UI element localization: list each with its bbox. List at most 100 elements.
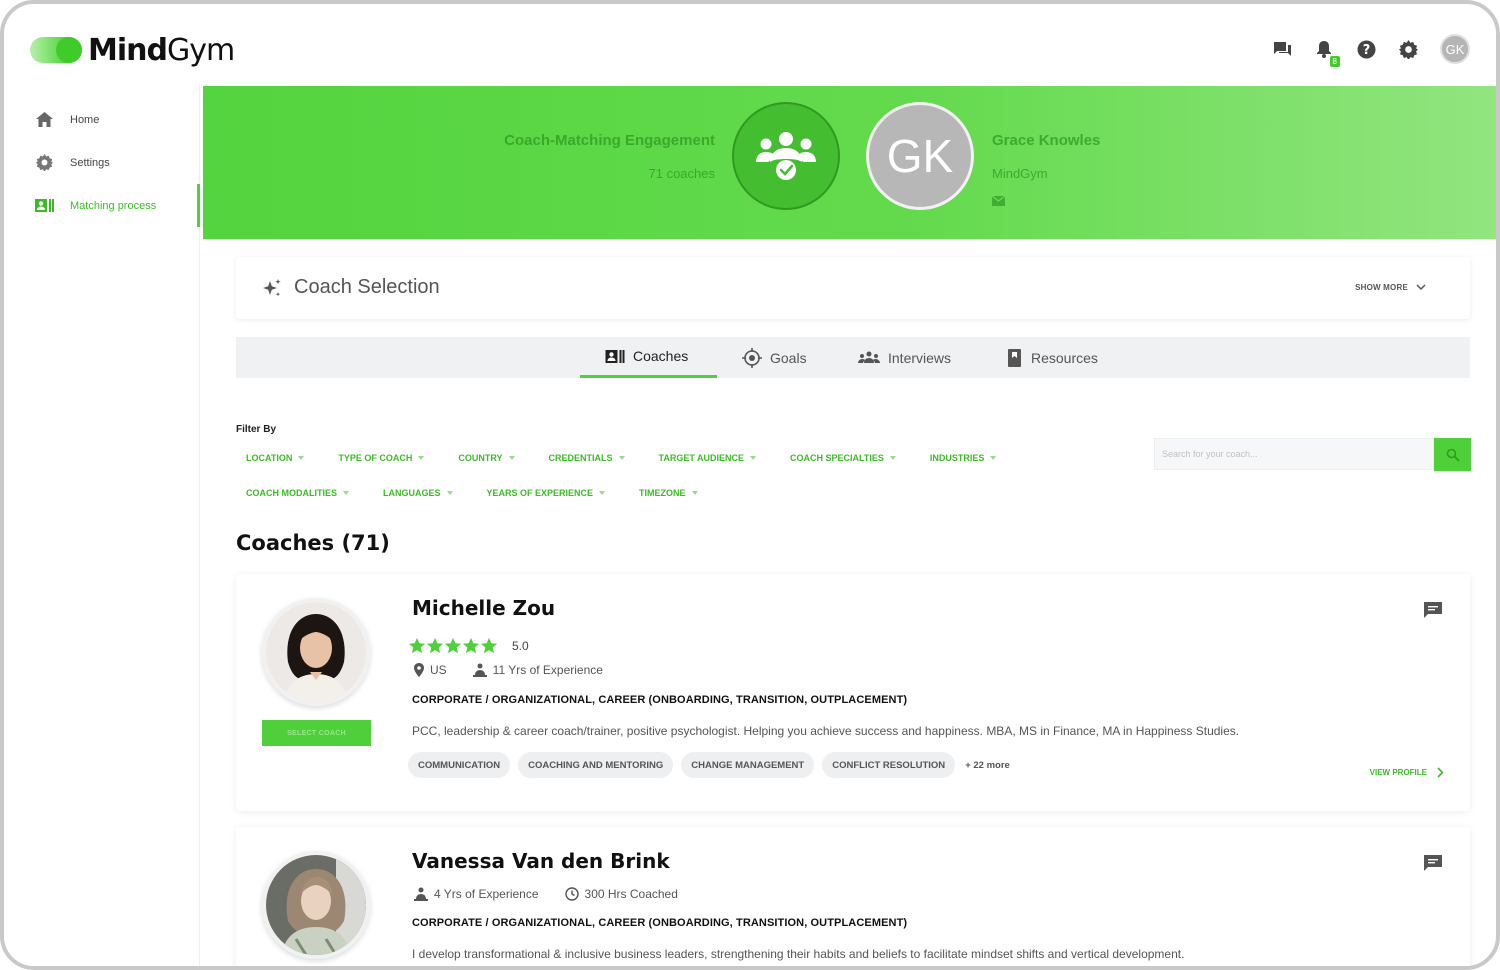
person-experience-icon: [472, 663, 487, 677]
filter-timezone[interactable]: TIMEZONE: [639, 488, 698, 498]
coach-rating: 5.0: [408, 637, 529, 655]
filter-row-2: COACH MODALITIES LANGUAGES YEARS OF EXPE…: [246, 488, 698, 498]
filter-coach-modalities[interactable]: COACH MODALITIES: [246, 488, 349, 498]
tag-chip: CONFLICT RESOLUTION: [822, 752, 956, 778]
star-icon: [408, 637, 426, 654]
star-icon: [462, 637, 480, 654]
select-coach-button[interactable]: SELECT COACH: [262, 720, 371, 746]
sidebar-item-matching-process[interactable]: Matching process: [4, 184, 200, 227]
coach-bio: I develop transformational & inclusive b…: [412, 947, 1185, 961]
tag-chip: COACHING AND MENTORING: [518, 752, 674, 778]
coach-hours: 300 Hrs Coached: [564, 887, 678, 901]
user-initials-avatar: GK: [866, 102, 974, 210]
coach-selection-card: Coach Selection SHOW MORE: [236, 257, 1470, 319]
caret-down-icon: [298, 456, 305, 460]
star-icon: [444, 637, 462, 654]
interviews-icon: [858, 351, 880, 365]
sidebar: Home Settings Matching process: [4, 84, 200, 966]
coach-card: Vanessa Van den Brink 4 Yrs of Experienc…: [236, 827, 1470, 966]
coaches-icon: [605, 349, 625, 363]
coach-bio: PCC, leadership & career coach/trainer, …: [412, 724, 1240, 738]
coach-search-input[interactable]: [1155, 439, 1433, 469]
tab-interviews[interactable]: Interviews: [858, 337, 951, 378]
tag-chip: CHANGE MANAGEMENT: [681, 752, 815, 778]
filter-country[interactable]: COUNTRY: [458, 453, 515, 463]
app-frame: MindGym 8 ? GK Home Settings Matching pr…: [0, 0, 1500, 970]
person-experience-icon: [414, 887, 428, 901]
coach-meta: 4 Yrs of Experience 300 Hrs Coached: [414, 887, 704, 901]
gear-icon: [34, 153, 54, 173]
show-more-button[interactable]: SHOW MORE: [1355, 283, 1426, 292]
coach-photo[interactable]: [262, 851, 370, 959]
coaches-heading: Coaches (71): [236, 531, 390, 555]
caret-down-icon: [599, 491, 606, 495]
sidebar-item-home[interactable]: Home: [4, 98, 199, 141]
more-tags[interactable]: + 22 more: [965, 760, 1010, 771]
view-profile-link[interactable]: VIEW PROFILE: [1370, 767, 1444, 778]
engagement-group-icon: [732, 102, 840, 210]
coach-count: 71 coaches: [648, 166, 716, 181]
filter-location[interactable]: LOCATION: [246, 453, 305, 463]
caret-down-icon: [343, 491, 349, 495]
resources-icon: [1007, 348, 1023, 367]
chevron-right-icon: [1437, 767, 1444, 778]
coach-search-box: [1154, 438, 1434, 470]
mail-icon[interactable]: [991, 193, 1006, 206]
tag-chip: COMMUNICATION: [408, 752, 511, 778]
filter-coach-specialties[interactable]: COACH SPECIALTIES: [790, 453, 896, 463]
search-button[interactable]: [1434, 438, 1471, 471]
filter-years-of-experience[interactable]: YEARS OF EXPERIENCE: [487, 488, 606, 498]
filter-credentials[interactable]: CREDENTIALS: [549, 453, 625, 463]
caret-down-icon: [446, 491, 453, 495]
tab-resources[interactable]: Resources: [1007, 337, 1098, 378]
location-pin-icon: [414, 663, 424, 677]
coach-category: CORPORATE / ORGANIZATIONAL, CAREER (ONBO…: [412, 917, 908, 929]
goals-icon: [742, 347, 762, 368]
logo-text: MindGym: [88, 32, 235, 68]
filter-industries[interactable]: INDUSTRIES: [930, 453, 997, 463]
caret-down-icon: [889, 456, 896, 460]
user-info: Grace Knowles MindGym: [991, 132, 1101, 206]
coach-name: Michelle Zou: [412, 596, 556, 620]
caret-down-icon: [618, 456, 625, 460]
sidebar-item-label: Matching process: [70, 199, 157, 212]
caret-down-icon: [750, 456, 757, 460]
coach-experience: 4 Yrs of Experience: [414, 887, 539, 901]
sidebar-item-label: Home: [70, 113, 100, 126]
caret-down-icon: [418, 456, 425, 460]
sidebar-item-settings[interactable]: Settings: [4, 141, 199, 184]
tab-coaches[interactable]: Coaches: [580, 337, 717, 378]
filter-target-audience[interactable]: TARGET AUDIENCE: [659, 453, 757, 463]
coach-card: SELECT COACH Michelle Zou 5.0 US 11 Yrs …: [236, 574, 1470, 811]
svg-text:?: ?: [1362, 43, 1370, 58]
engagement-banner: Coach-Matching Engagement 71 coaches GK …: [203, 86, 1496, 239]
tab-bar: Coaches Goals Interviews Resources: [236, 337, 1470, 378]
filter-languages[interactable]: LANGUAGES: [383, 488, 453, 498]
filter-type-of-coach[interactable]: TYPE OF COACH: [338, 453, 425, 463]
user-avatar[interactable]: GK: [1440, 34, 1470, 64]
user-name: Grace Knowles: [992, 132, 1101, 149]
message-coach-icon[interactable]: [1424, 855, 1442, 871]
settings-gear-icon[interactable]: [1398, 39, 1418, 59]
coach-selection-title: Coach Selection: [294, 276, 440, 298]
caret-down-icon: [990, 456, 997, 460]
mindgym-logo[interactable]: MindGym: [30, 30, 235, 70]
message-coach-icon[interactable]: [1424, 602, 1442, 618]
coach-meta: US 11 Yrs of Experience: [414, 663, 629, 677]
sparkle-icon: [262, 278, 282, 303]
rating-value: 5.0: [512, 639, 529, 653]
coach-experience: 11 Yrs of Experience: [472, 663, 603, 677]
top-header: MindGym 8 ? GK: [4, 4, 1496, 84]
chat-icon[interactable]: [1272, 39, 1292, 59]
caret-down-icon: [508, 456, 515, 460]
coach-photo[interactable]: [262, 598, 370, 706]
filter-row-1: LOCATION TYPE OF COACH COUNTRY CREDENTIA…: [246, 453, 997, 463]
clock-icon: [564, 887, 579, 901]
tab-goals[interactable]: Goals: [742, 337, 807, 378]
engagement-title: Coach-Matching Engagement: [504, 132, 715, 149]
help-icon[interactable]: ?: [1356, 39, 1376, 59]
coach-category: CORPORATE / ORGANIZATIONAL, CAREER (ONBO…: [412, 694, 908, 706]
notification-bell-icon[interactable]: 8: [1314, 39, 1340, 67]
star-icon: [480, 637, 498, 654]
home-icon: [34, 110, 54, 130]
